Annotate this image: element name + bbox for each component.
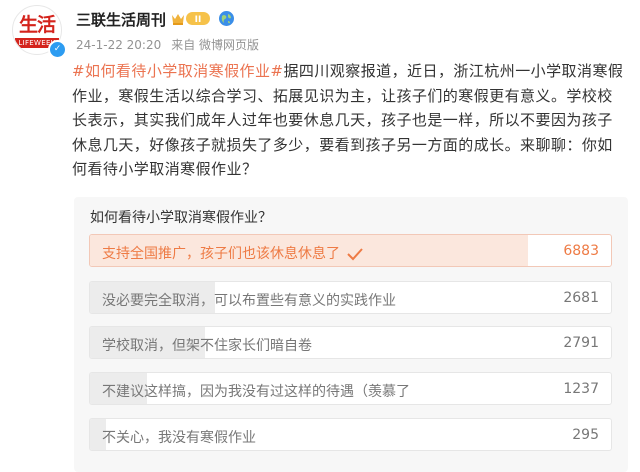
poll-option-count: 1237 <box>563 381 599 397</box>
poll-title: 如何看待小学取消寒假作业？ <box>90 210 272 226</box>
poll-card: 如何看待小学取消寒假作业？ 支持全国推广，孩子们也该休息休息了 6883 没必要… <box>74 197 628 472</box>
post-content: #如何看待小学取消寒假作业#据四川观察报道，近日，浙江杭州一小学取消寒假作业，寒… <box>72 59 628 182</box>
checkmark-icon <box>347 248 363 261</box>
post-time[interactable]: 24-1-22 20:20 <box>76 38 161 52</box>
post-meta: 24-1-22 20:20 来自 微博网页版 <box>76 36 269 53</box>
poll-option-label: 没必要完全取消，可以布置些有意义的实践作业 <box>102 293 396 309</box>
member-badge-icon[interactable]: II <box>170 10 212 27</box>
poll-option[interactable]: 支持全国推广，孩子们也该休息休息了 6883 <box>89 234 612 267</box>
poll-option-count: 295 <box>572 427 599 443</box>
verified-icon: ✓ <box>48 40 67 59</box>
poll-option-text: 支持全国推广，孩子们也该休息休息了 <box>102 246 340 262</box>
poll-option-label: 不关心，我没有寒假作业 <box>102 430 256 446</box>
avatar-logo-text: 生活 <box>18 14 56 36</box>
poll-option-count: 2791 <box>563 335 599 351</box>
poll-option-label: 不建议这样搞，因为我没有过这样的待遇（羡慕了 <box>102 384 410 400</box>
poll-option-count: 6883 <box>563 243 599 259</box>
poll-option-label: 支持全国推广，孩子们也该休息休息了 <box>102 243 364 263</box>
poll-option[interactable]: 没必要完全取消，可以布置些有意义的实践作业 2681 <box>89 281 612 314</box>
poll-option[interactable]: 学校取消，但架不住家长们暗自卷 2791 <box>89 326 612 359</box>
poll-option-count: 2681 <box>563 290 599 306</box>
poll-option[interactable]: 不关心，我没有寒假作业 295 <box>89 418 612 451</box>
poll-option[interactable]: 不建议这样搞，因为我没有过这样的待遇（羡慕了 1237 <box>89 372 612 405</box>
hashtag-link[interactable]: #如何看待小学取消寒假作业# <box>72 62 283 80</box>
author-name[interactable]: 三联生活周刊 <box>76 9 166 30</box>
poll-option-label: 学校取消，但架不住家长们暗自卷 <box>102 338 312 354</box>
post-source: 来自 微博网页版 <box>171 38 260 52</box>
member-badge-label: II <box>195 15 202 25</box>
globe-icon[interactable] <box>218 10 235 27</box>
